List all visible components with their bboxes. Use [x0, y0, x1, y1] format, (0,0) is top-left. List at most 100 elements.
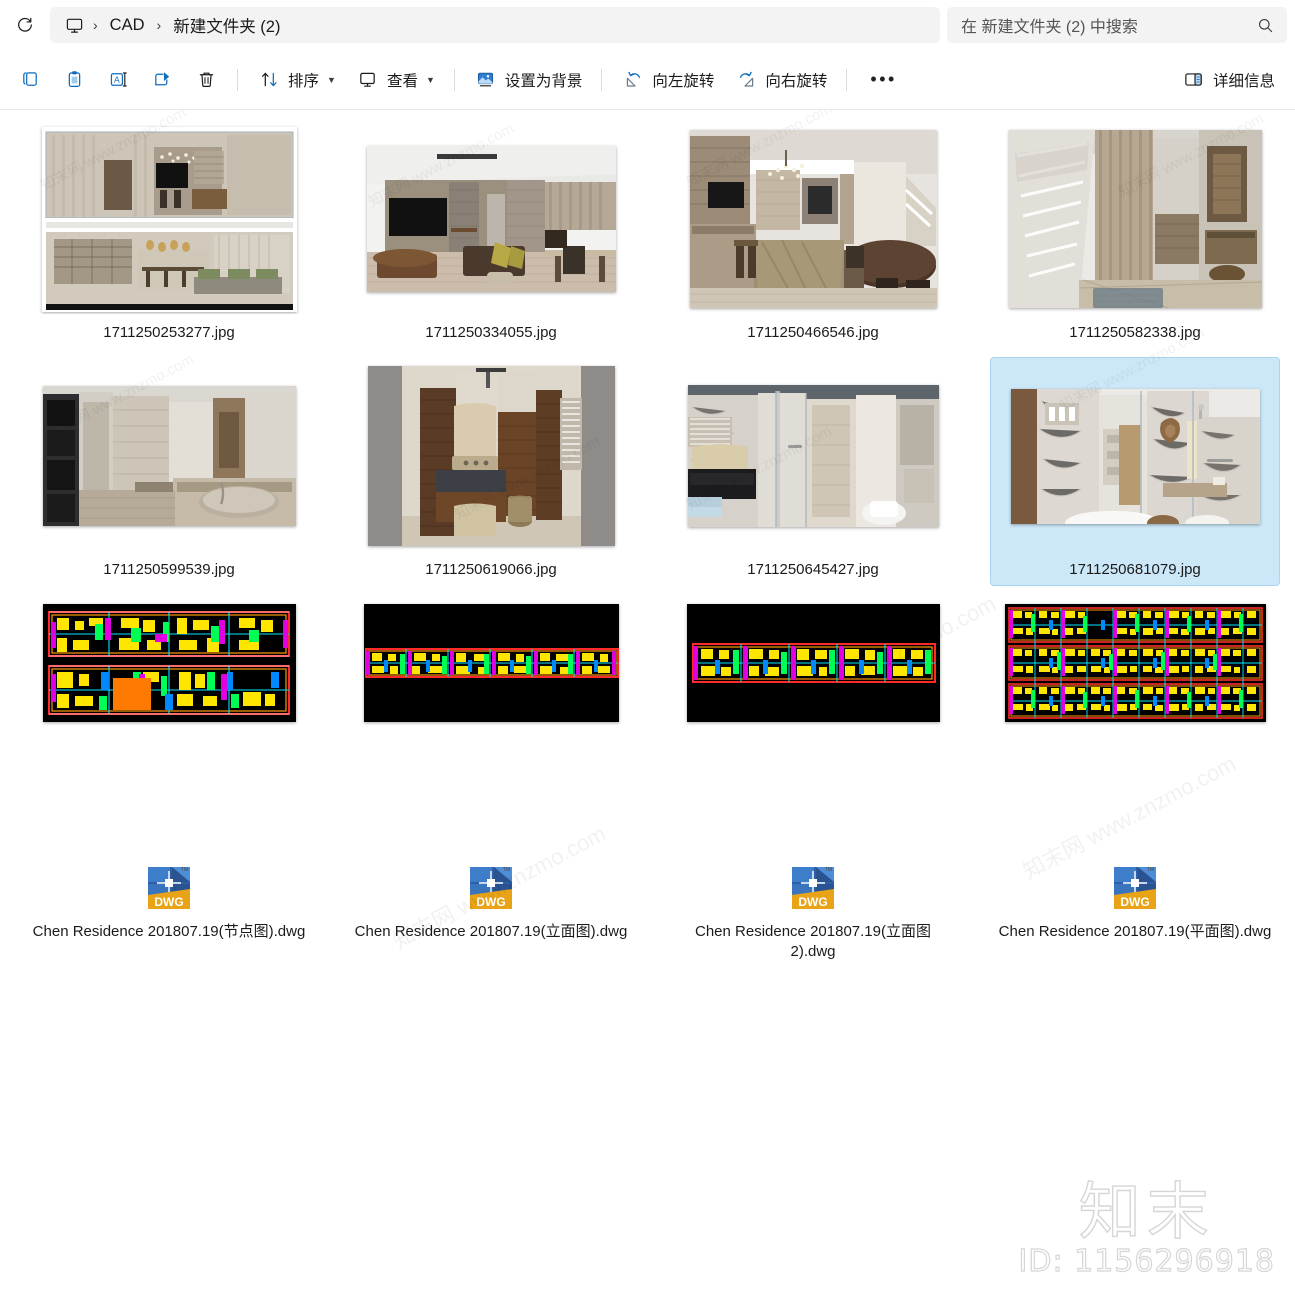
- thumbnail: DWG TM: [350, 795, 632, 913]
- watermark-brand: 知末 ID: 1156296918: [1018, 1175, 1275, 1280]
- file-name: 1711250681079.jpg: [1069, 561, 1201, 578]
- file-tile[interactable]: 1711250253277.jpg 知末网 www.znzmo.com: [24, 110, 314, 349]
- view-icon: [356, 68, 380, 92]
- search-input-placeholder[interactable]: 在 新建文件夹 (2) 中搜索: [961, 13, 1255, 37]
- this-pc-icon: [66, 18, 82, 33]
- thumbnail: [28, 361, 310, 551]
- file-tile[interactable]: Chen Residence 201807.19(节点图).dwg: [24, 594, 314, 783]
- wallpaper-icon: [474, 68, 498, 92]
- file-name: 1711250582338.jpg: [1069, 324, 1201, 341]
- rename-button[interactable]: A: [96, 61, 140, 99]
- file-tile[interactable]: Chen Residence 201807.19(平面图).dwg: [990, 594, 1280, 783]
- file-tile[interactable]: DWG TM Chen Residence 201807.19(立面图 2).d…: [668, 791, 958, 968]
- rotate-right-label: 向右旋转: [765, 72, 828, 90]
- file-tile[interactable]: DWG TM Chen Residence 201807.19(立面图).dwg: [346, 791, 636, 968]
- thumbnail-image-elevation: [41, 126, 297, 312]
- file-name: 1711250619066.jpg: [425, 561, 557, 578]
- details-pane-icon: [1182, 68, 1206, 92]
- watermark-brand-text: 知末: [1078, 1175, 1215, 1248]
- thumbnail-image-pantry: [42, 386, 296, 526]
- chevron-down-icon: ▼: [327, 74, 336, 85]
- command-bar: A 排序 ▼ 查看 ▼ 设置为背景 向左旋转 向右旋转 ••• 详细信息: [0, 50, 1295, 110]
- thumbnail-image-kitchen: [689, 130, 937, 308]
- breadcrumb-item-cad[interactable]: CAD: [103, 13, 152, 38]
- ellipsis-icon: •••: [870, 69, 897, 89]
- svg-text:DWG: DWG: [798, 895, 827, 909]
- file-name: Chen Residence 201807.19(立面图 2).dwg: [695, 923, 931, 960]
- thumbnail: DWG TM: [672, 795, 954, 913]
- dwg-file-icon: DWG TM: [1114, 867, 1156, 909]
- file-tile[interactable]: 1711250466546.jpg 知末网 www.znzmo.com: [668, 110, 958, 349]
- thumbnail-cad-elevation: [363, 604, 619, 722]
- thumbnail-image-living: [366, 146, 616, 292]
- rotate-right-icon: [734, 68, 758, 92]
- file-name: Chen Residence 201807.19(立面图).dwg: [354, 923, 628, 940]
- thumbnail: [672, 361, 954, 551]
- refresh-button[interactable]: [8, 8, 42, 42]
- file-tile-selected[interactable]: 1711250681079.jpg 知末网 www.znzmo.com: [990, 324, 1280, 586]
- trash-icon: [194, 68, 218, 92]
- set-as-background-button[interactable]: 设置为背景: [464, 61, 593, 99]
- chevron-down-icon: ▼: [425, 74, 435, 85]
- thumbnail: [672, 598, 954, 728]
- thumbnail: DWG TM: [994, 795, 1276, 913]
- share-button[interactable]: [140, 61, 184, 99]
- thumbnail: [994, 124, 1276, 314]
- rotate-left-button[interactable]: 向左旋转: [611, 61, 724, 99]
- file-list-view[interactable]: 1711250253277.jpg 知末网 www.znzmo.com: [0, 110, 1295, 1301]
- search-icon[interactable]: [1255, 15, 1275, 35]
- paste-button[interactable]: [52, 61, 96, 99]
- sort-icon: [257, 68, 281, 92]
- thumbnail: [350, 361, 632, 551]
- rotate-right-button[interactable]: 向右旋转: [724, 61, 837, 99]
- file-tile[interactable]: 1711250582338.jpg 知末网 www.znzmo.com: [990, 110, 1280, 349]
- file-tile[interactable]: DWG TM Chen Residence 201807.19(平面图).dwg: [990, 791, 1280, 968]
- sort-label: 排序: [288, 72, 320, 90]
- file-tile[interactable]: Chen Residence 201807.19(立面图 2).dwg: [668, 594, 958, 783]
- file-name: 1711250599539.jpg: [103, 561, 235, 578]
- file-name: 1711250334055.jpg: [425, 324, 557, 341]
- more-options-button[interactable]: •••: [856, 61, 910, 99]
- svg-text:TM: TM: [503, 867, 510, 873]
- thumbnail: [28, 124, 310, 314]
- address-bar: › CAD › 新建文件夹 (2) 在 新建文件夹 (2) 中搜索: [0, 0, 1295, 50]
- thumbnail: [28, 598, 310, 728]
- thumbnail: DWG TM: [28, 795, 310, 913]
- sort-button[interactable]: 排序 ▼: [247, 61, 346, 99]
- file-tile[interactable]: 1711250599539.jpg 知末网 www.znzmo.com: [24, 351, 314, 586]
- thumbnail-image-stair: [1008, 130, 1262, 308]
- copy-button[interactable]: [8, 61, 52, 99]
- details-pane-button[interactable]: 详细信息: [1172, 61, 1285, 99]
- share-icon: [150, 68, 174, 92]
- view-label: 查看: [386, 72, 418, 90]
- file-grid: 1711250253277.jpg 知末网 www.znzmo.com: [8, 110, 1287, 976]
- delete-button[interactable]: [184, 61, 228, 99]
- file-tile[interactable]: DWG TM Chen Residence 201807.19(节点图).dwg: [24, 791, 314, 968]
- copy-icon: [18, 68, 42, 92]
- breadcrumb[interactable]: › CAD › 新建文件夹 (2): [50, 7, 940, 43]
- file-name: 1711250645427.jpg: [747, 561, 879, 578]
- file-tile[interactable]: Chen Residence 201807.19(立面图).dwg: [346, 594, 636, 783]
- thumbnail: [994, 361, 1276, 551]
- dwg-file-icon: DWG TM: [792, 867, 834, 909]
- svg-text:TM: TM: [1147, 867, 1154, 873]
- file-tile[interactable]: 1711250334055.jpg 知末网 www.znzmo.com: [346, 120, 636, 349]
- breadcrumb-separator-2[interactable]: ›: [154, 17, 165, 33]
- breadcrumb-item-current-folder[interactable]: 新建文件夹 (2): [166, 10, 287, 40]
- this-pc-crumb[interactable]: [60, 16, 88, 35]
- thumbnail-cad-node-plan: [42, 604, 296, 722]
- thumbnail-image-bathroom2: [1010, 388, 1260, 524]
- rotate-left-icon: [621, 68, 645, 92]
- thumbnail-cad-floor-plan: [1004, 604, 1266, 722]
- paste-icon: [62, 68, 86, 92]
- search-box[interactable]: 在 新建文件夹 (2) 中搜索: [947, 7, 1287, 43]
- view-button[interactable]: 查看 ▼: [346, 61, 445, 99]
- breadcrumb-separator-1[interactable]: ›: [90, 17, 101, 33]
- svg-text:TM: TM: [181, 867, 188, 873]
- svg-text:TM: TM: [825, 867, 832, 873]
- svg-text:DWG: DWG: [1120, 895, 1149, 909]
- file-name: 1711250466546.jpg: [747, 324, 879, 341]
- file-tile[interactable]: 1711250619066.jpg 知末网 www.znzmo.com: [346, 357, 636, 586]
- file-tile[interactable]: 1711250645427.jpg 知末网 www.znzmo.com: [668, 357, 958, 586]
- toolbar-divider-3: [601, 68, 603, 91]
